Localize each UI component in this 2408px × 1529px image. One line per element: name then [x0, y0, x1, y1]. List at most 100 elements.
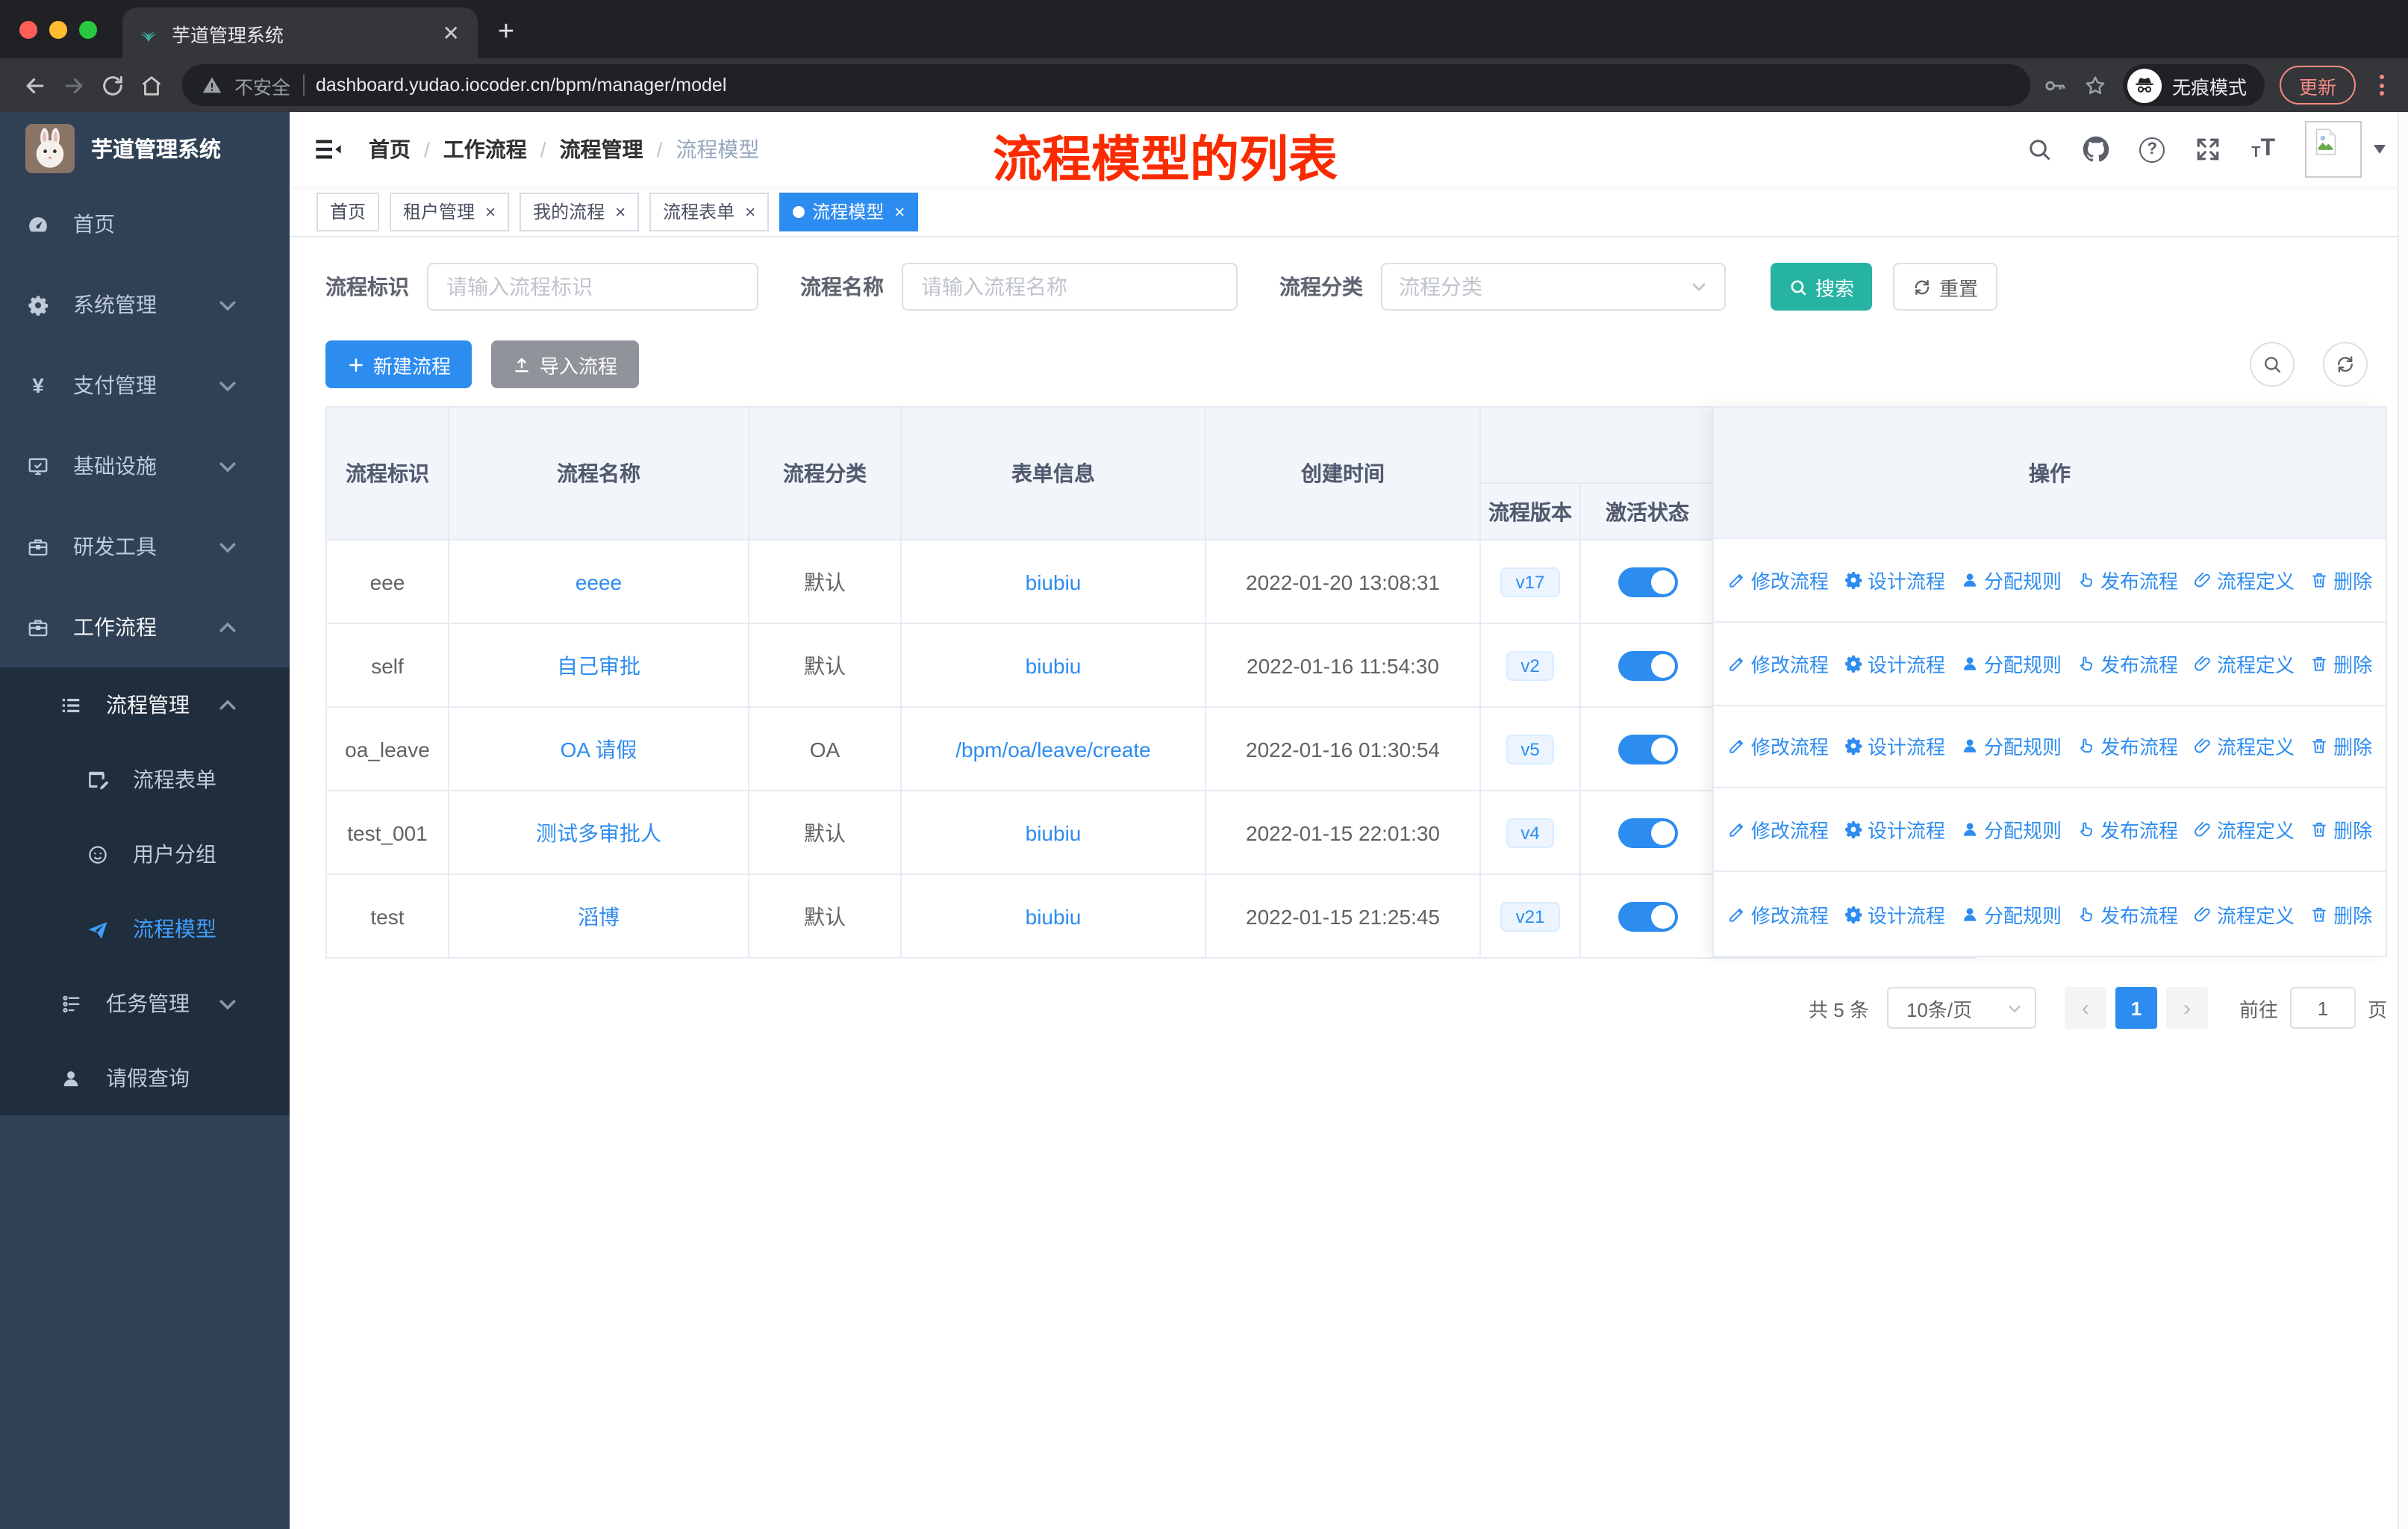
breadcrumb-item[interactable]: 流程管理: [560, 134, 643, 164]
app-logo-row[interactable]: 芋道管理系统: [0, 112, 290, 184]
address-bar[interactable]: 不安全 dashboard.yudao.iocoder.cn/bpm/manag…: [182, 64, 2030, 106]
deploy-process-link[interactable]: 发布流程: [2077, 816, 2178, 844]
form-link[interactable]: biubiu: [1026, 653, 1082, 677]
update-button[interactable]: 更新: [2279, 66, 2356, 105]
assign-rule-link[interactable]: 分配规则: [1960, 566, 2062, 594]
sidebar-item-process-management[interactable]: 流程管理: [0, 667, 290, 742]
active-toggle[interactable]: [1618, 650, 1677, 680]
edit-process-link[interactable]: 修改流程: [1727, 566, 1829, 594]
process-name-link[interactable]: 测试多审批人: [536, 820, 661, 844]
new-tab-button[interactable]: +: [484, 10, 528, 55]
process-definition-link[interactable]: 流程定义: [2193, 732, 2295, 761]
tag-my-process[interactable]: 我的流程 ×: [520, 192, 640, 231]
design-process-link[interactable]: 设计流程: [1844, 900, 1945, 928]
deploy-process-link[interactable]: 发布流程: [2077, 649, 2178, 677]
page-scrollbar[interactable]: [2398, 112, 2408, 1529]
browser-menu-icon[interactable]: [2371, 75, 2393, 96]
tag-process-form[interactable]: 流程表单 ×: [649, 192, 770, 231]
close-icon[interactable]: ×: [745, 201, 755, 222]
next-page-button[interactable]: ›: [2165, 987, 2208, 1029]
github-icon[interactable]: [2083, 136, 2109, 163]
sidebar-item-home[interactable]: 首页: [0, 184, 290, 264]
process-definition-link[interactable]: 流程定义: [2193, 816, 2295, 844]
help-icon[interactable]: ?: [2139, 137, 2165, 162]
assign-rule-link[interactable]: 分配规则: [1960, 816, 2062, 844]
sidebar-item-system[interactable]: 系统管理: [0, 264, 290, 345]
process-definition-link[interactable]: 流程定义: [2193, 649, 2295, 677]
process-category-select[interactable]: 流程分类: [1381, 263, 1726, 311]
assign-rule-link[interactable]: 分配规则: [1960, 900, 2062, 928]
design-process-link[interactable]: 设计流程: [1844, 816, 1945, 844]
search-icon[interactable]: [2026, 136, 2053, 163]
collapse-sidebar-icon[interactable]: [314, 134, 343, 164]
delete-process-link[interactable]: 删除: [2309, 649, 2372, 677]
delete-process-link[interactable]: 删除: [2309, 566, 2372, 594]
import-process-button[interactable]: 导入流程: [491, 340, 639, 388]
assign-rule-link[interactable]: 分配规则: [1960, 732, 2062, 761]
process-definition-link[interactable]: 流程定义: [2193, 900, 2295, 928]
user-avatar[interactable]: [2305, 121, 2386, 178]
close-icon[interactable]: ×: [894, 201, 905, 222]
delete-process-link[interactable]: 删除: [2309, 732, 2372, 761]
process-definition-link[interactable]: 流程定义: [2193, 566, 2295, 594]
active-toggle[interactable]: [1618, 901, 1677, 931]
prev-page-button[interactable]: ‹: [2064, 987, 2106, 1029]
edit-process-link[interactable]: 修改流程: [1727, 900, 1829, 928]
form-link[interactable]: biubiu: [1026, 570, 1082, 594]
reset-button[interactable]: 重置: [1893, 263, 1997, 311]
bookmark-star-icon[interactable]: [2083, 72, 2108, 98]
design-process-link[interactable]: 设计流程: [1844, 566, 1945, 594]
key-icon[interactable]: [2042, 72, 2068, 98]
reload-icon[interactable]: [93, 66, 131, 105]
tag-process-model[interactable]: 流程模型 ×: [779, 192, 919, 231]
tab-close-icon[interactable]: ✕: [440, 20, 463, 46]
close-icon[interactable]: ×: [485, 201, 496, 222]
design-process-link[interactable]: 设计流程: [1844, 649, 1945, 677]
process-name-link[interactable]: 自己审批: [557, 653, 640, 677]
sidebar-item-payment[interactable]: ¥ 支付管理: [0, 345, 290, 426]
deploy-process-link[interactable]: 发布流程: [2077, 900, 2178, 928]
deploy-process-link[interactable]: 发布流程: [2077, 732, 2178, 761]
active-toggle[interactable]: [1618, 567, 1677, 597]
breadcrumb-item[interactable]: 首页: [369, 134, 411, 164]
form-link[interactable]: /bpm/oa/leave/create: [955, 737, 1151, 761]
tag-home[interactable]: 首页: [316, 192, 380, 231]
current-page-button[interactable]: 1: [2115, 987, 2157, 1029]
process-name-link[interactable]: OA 请假: [561, 737, 637, 761]
active-toggle[interactable]: [1618, 734, 1677, 764]
breadcrumb-item[interactable]: 工作流程: [443, 134, 527, 164]
fullscreen-icon[interactable]: [2195, 136, 2221, 163]
form-link[interactable]: biubiu: [1026, 820, 1082, 844]
font-size-icon[interactable]: TT: [2251, 137, 2275, 161]
edit-process-link[interactable]: 修改流程: [1727, 732, 1829, 761]
delete-process-link[interactable]: 删除: [2309, 816, 2372, 844]
tag-tenant-management[interactable]: 租户管理 ×: [390, 192, 510, 231]
active-toggle[interactable]: [1618, 818, 1677, 847]
search-button[interactable]: 搜索: [1771, 263, 1872, 311]
sidebar-item-process-model[interactable]: 流程模型: [0, 891, 290, 966]
process-name-link[interactable]: eeee: [576, 570, 622, 594]
back-icon[interactable]: [15, 66, 54, 105]
sidebar-item-workflow[interactable]: 工作流程: [0, 587, 290, 667]
assign-rule-link[interactable]: 分配规则: [1960, 649, 2062, 677]
minimize-window-button[interactable]: [49, 21, 67, 39]
delete-process-link[interactable]: 删除: [2309, 900, 2372, 928]
create-process-button[interactable]: 新建流程: [325, 340, 472, 388]
forward-icon[interactable]: [54, 66, 93, 105]
process-name-link[interactable]: 滔博: [578, 904, 620, 928]
design-process-link[interactable]: 设计流程: [1844, 732, 1945, 761]
page-size-select[interactable]: 10条/页: [1886, 987, 2036, 1029]
zoom-window-button[interactable]: [79, 21, 97, 39]
sidebar-item-user-group[interactable]: 用户分组: [0, 817, 290, 891]
process-key-input[interactable]: [427, 263, 758, 311]
edit-process-link[interactable]: 修改流程: [1727, 816, 1829, 844]
sidebar-item-task-management[interactable]: 任务管理: [0, 966, 290, 1041]
edit-process-link[interactable]: 修改流程: [1727, 649, 1829, 677]
process-name-input[interactable]: [902, 263, 1238, 311]
sidebar-item-dev-tools[interactable]: 研发工具: [0, 506, 290, 587]
browser-tab[interactable]: 芋道管理系统 ✕: [122, 7, 478, 58]
goto-page-input[interactable]: [2289, 987, 2356, 1029]
close-icon[interactable]: ×: [615, 201, 626, 222]
sidebar-item-leave-query[interactable]: 请假查询: [0, 1041, 290, 1115]
show-search-button[interactable]: [2250, 342, 2295, 387]
